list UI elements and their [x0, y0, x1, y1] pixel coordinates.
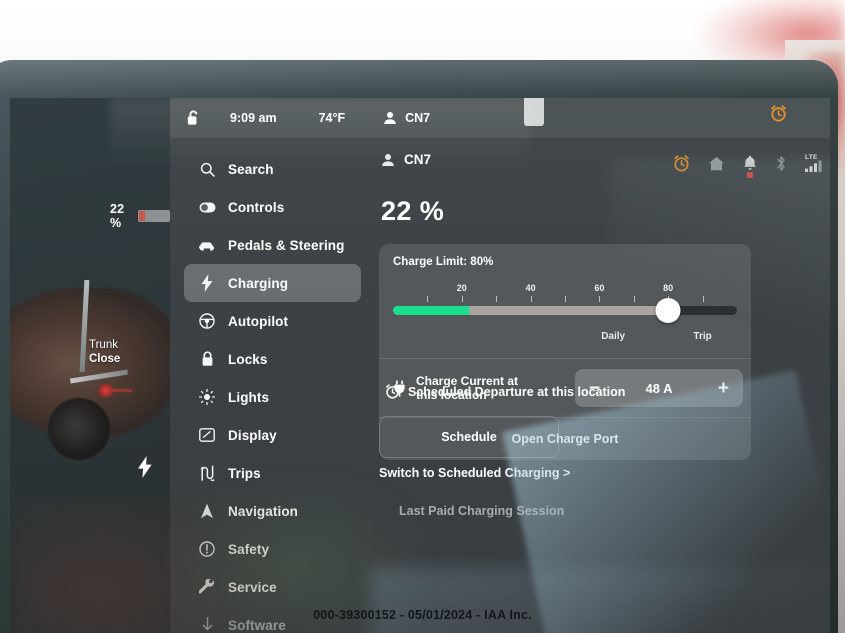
- sidebar-item-service[interactable]: Service: [184, 568, 361, 606]
- sidebar-item-label: Trips: [228, 465, 261, 481]
- slider-track-charge: [393, 306, 469, 315]
- person-icon: [383, 111, 397, 125]
- outside-temperature[interactable]: 74°F: [319, 111, 346, 125]
- battery-percent-label: 22 %: [110, 202, 125, 230]
- sidebar-item-charging[interactable]: Charging: [184, 264, 361, 302]
- vehicle-visualization-panel[interactable]: 22 % Trunk Close rn may not function m d…: [10, 98, 170, 633]
- sidebar-item-safety[interactable]: Safety: [184, 530, 361, 568]
- system-status-icons: LTE: [673, 154, 822, 178]
- sidebar-item-label: Safety: [228, 541, 270, 557]
- sidebar-item-controls[interactable]: Controls: [184, 188, 361, 226]
- tick-label-40: 40: [525, 283, 536, 293]
- sidebar-item-label: Navigation: [228, 503, 299, 519]
- search-icon: [194, 162, 220, 177]
- sidebar-item-label: Controls: [228, 199, 285, 215]
- navigation-arrow-icon: [194, 503, 220, 519]
- daily-label: Daily: [601, 331, 626, 342]
- schedule-button[interactable]: Schedule: [379, 416, 559, 458]
- unlocked-padlock-icon[interactable]: [184, 110, 202, 126]
- exclamation-circle-icon: [194, 541, 220, 557]
- scheduled-departure-header: Scheduled Departure at this location: [385, 384, 625, 399]
- trip-label: Trip: [693, 331, 712, 342]
- battery-percent-large: 22 %: [381, 196, 445, 226]
- bell-icon[interactable]: [743, 155, 757, 178]
- slider-track[interactable]: [393, 306, 737, 315]
- display-icon: [194, 428, 220, 442]
- touchscreen: 22 % Trunk Close rn may not function m d…: [10, 98, 830, 633]
- alarm-clock-icon: [385, 384, 400, 399]
- scheduled-departure-label: Scheduled Departure at this location: [408, 384, 626, 399]
- charging-content: CN7 LTE 22 % Charge Limit: 80% 20 40 60 …: [375, 144, 830, 633]
- lte-signal-icon[interactable]: LTE: [805, 154, 822, 172]
- tick-label-60: 60: [594, 283, 605, 293]
- bolt-icon: [137, 456, 153, 478]
- padlock-icon: [194, 351, 220, 367]
- sidebar-item-label: Display: [228, 427, 277, 443]
- bezel-sheen: [0, 60, 838, 96]
- trunk-label[interactable]: Trunk Close: [89, 338, 120, 366]
- last-paid-charging-session-label[interactable]: Last Paid Charging Session: [399, 504, 564, 518]
- sidebar-item-search[interactable]: Search: [184, 150, 361, 188]
- profile-chip[interactable]: CN7: [383, 111, 430, 125]
- schedule-button-label: Schedule: [441, 430, 497, 444]
- increase-current-button[interactable]: +: [718, 379, 729, 398]
- auction-watermark: 000-39300152 - 05/01/2024 - IAA Inc.: [313, 608, 532, 622]
- sidebar-item-autopilot[interactable]: Autopilot: [184, 302, 361, 340]
- corner-alarm-clock-icon[interactable]: [770, 105, 787, 122]
- tick-label-80: 80: [663, 283, 674, 293]
- home-icon[interactable]: [708, 156, 725, 171]
- switch-to-scheduled-charging-link[interactable]: Switch to Scheduled Charging >: [379, 466, 570, 480]
- sidebar-item-label: Locks: [228, 351, 268, 367]
- sidebar-item-label: Lights: [228, 389, 270, 405]
- clock-time: 9:09 am: [230, 111, 277, 125]
- screen-bezel: 22 % Trunk Close rn may not function m d…: [0, 60, 838, 633]
- sidebar-item-locks[interactable]: Locks: [184, 340, 361, 378]
- car-wheel: [48, 398, 110, 460]
- sun-icon: [194, 389, 220, 405]
- bluetooth-icon[interactable]: [775, 155, 787, 172]
- bolt-icon: [194, 274, 220, 292]
- charge-limit-slider[interactable]: 20 40 60 80 Daily Trip: [393, 276, 737, 350]
- wrench-icon: [194, 579, 220, 595]
- settings-sidebar: Search Controls Pedals & Steering Chargi…: [170, 144, 375, 633]
- sidebar-item-label: Search: [228, 161, 274, 177]
- trunk-label-line1: Trunk: [89, 339, 118, 351]
- route-icon: [194, 465, 220, 481]
- charge-current-value: 48 A: [645, 380, 673, 396]
- sidebar-item-trips[interactable]: Trips: [184, 454, 361, 492]
- trunk-label-line2: Close: [89, 353, 121, 365]
- sidebar-item-pedals-steering[interactable]: Pedals & Steering: [184, 226, 361, 264]
- sidebar-item-display[interactable]: Display: [184, 416, 361, 454]
- toggle-icon: [194, 202, 220, 213]
- notification-badge: [747, 172, 753, 178]
- panel-drag-handle[interactable]: [524, 98, 544, 126]
- charge-limit-section: Charge Limit: 80% 20 40 60 80 Daily Trip: [379, 244, 751, 358]
- sidebar-item-label: Service: [228, 579, 277, 595]
- slider-ticks: 20 40 60 80: [393, 276, 737, 302]
- person-icon: [381, 153, 395, 167]
- charge-cable: [110, 389, 132, 392]
- sidebar-item-navigation[interactable]: Navigation: [184, 492, 361, 530]
- profile-name: CN7: [405, 111, 431, 125]
- tick-label-20: 20: [456, 283, 467, 293]
- charge-limit-title: Charge Limit: 80%: [393, 256, 494, 268]
- battery-fill: [139, 211, 146, 221]
- battery-badge: 22 %: [110, 202, 170, 230]
- sidebar-item-label: Pedals & Steering: [228, 237, 345, 253]
- photo-of-car-touchscreen: 22 % Trunk Close rn may not function m d…: [0, 0, 845, 633]
- battery-icon: [138, 210, 170, 222]
- settings-overlay: 9:09 am 74°F CN7 Search Controls Pedals …: [170, 98, 830, 633]
- sidebar-item-lights[interactable]: Lights: [184, 378, 361, 416]
- car-icon: [194, 240, 220, 251]
- status-bar: 9:09 am 74°F CN7: [170, 98, 830, 138]
- content-profile-name: CN7: [404, 152, 432, 167]
- slider-knob[interactable]: [655, 298, 681, 323]
- sidebar-item-label: Autopilot: [228, 313, 289, 329]
- sidebar-item-label: Charging: [228, 275, 289, 291]
- alarm-clock-icon[interactable]: [673, 154, 690, 172]
- steering-wheel-icon: [194, 313, 220, 329]
